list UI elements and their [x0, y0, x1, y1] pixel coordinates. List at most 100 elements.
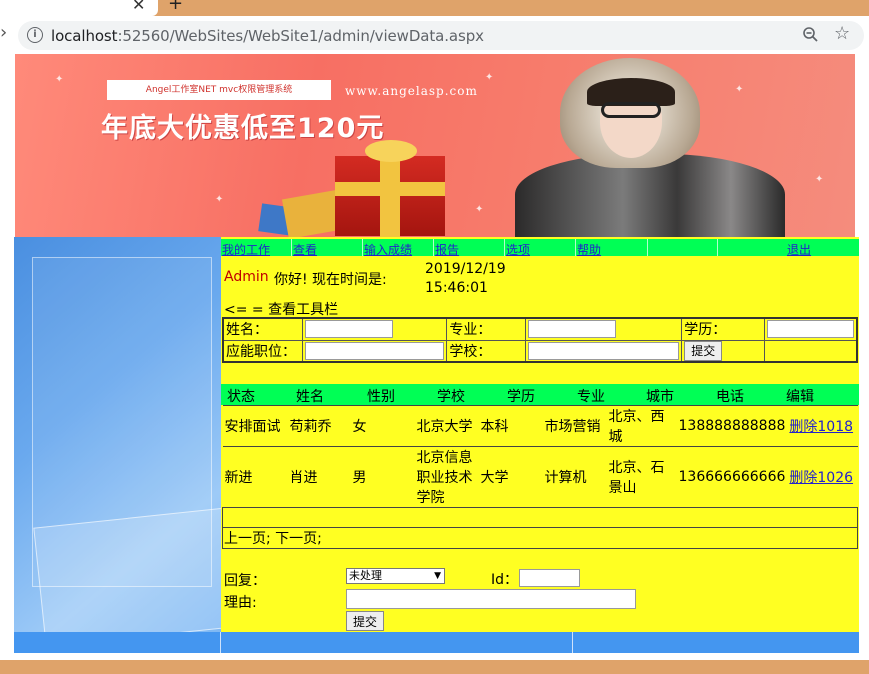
sparkle-icon: ✦	[485, 72, 494, 83]
name-input[interactable]	[305, 320, 394, 339]
reason-label: 理由:	[224, 595, 257, 611]
gift-ribbon	[380, 150, 400, 237]
submit-cell: 提交	[681, 339, 765, 363]
sparkle-icon: ✦	[735, 84, 744, 95]
col-school: 学校	[437, 389, 465, 405]
footer-separator	[572, 632, 573, 653]
view-toolbar-link[interactable]: <= = 查看工具栏	[224, 299, 338, 319]
table-row: 安排面试 苟莉乔 女 北京大学 本科 市场营销 北京、西城 1388888888…	[222, 405, 858, 447]
info-icon[interactable]: i	[27, 27, 43, 43]
back-icon[interactable]: ›	[0, 22, 7, 43]
school-cell	[525, 339, 683, 363]
reply-submit-button[interactable]: 提交	[346, 611, 385, 631]
name-cell	[302, 317, 448, 341]
cell-education: 大学	[478, 446, 543, 508]
cell-education: 本科	[478, 405, 543, 447]
col-edit: 编辑	[786, 389, 814, 405]
col-major: 专业	[577, 389, 605, 405]
menu-options[interactable]: 选项	[506, 241, 530, 258]
gift-bow	[365, 140, 417, 162]
sidebar-decoration	[33, 506, 221, 632]
sparkle-icon: ✦	[815, 174, 824, 185]
grid-header: 状态 姓名 性别 学校 学历 专业 城市 电话 编辑	[221, 384, 859, 405]
menu-separator	[717, 239, 718, 256]
url-text[interactable]: localhost:52560/WebSites/WebSite1/admin/…	[51, 27, 484, 45]
current-date: 2019/12/19	[425, 261, 506, 277]
status-select[interactable]: 未处理 ▼	[346, 568, 445, 584]
cell-phone: 136666666666	[676, 446, 788, 508]
menu-logout[interactable]: 退出	[787, 241, 811, 258]
header-banner: ✦ ✦ ✦ ✦ ✦ ✦ Angel工作室NET mvc权限管理系统 www.an…	[15, 54, 855, 237]
menu-separator	[575, 239, 576, 256]
cell-edit: 删除1018	[787, 405, 858, 447]
bookmark-star-icon[interactable]: ☆	[834, 23, 850, 44]
pager-row: 上一页; 下一页;	[222, 527, 858, 549]
reply-label: 回复：	[224, 573, 266, 589]
cell-gender: 男	[350, 446, 415, 508]
cell-name: 肖进	[287, 446, 351, 508]
menu-enter-scores[interactable]: 输入成绩	[364, 241, 412, 258]
applicant-table: 安排面试 苟莉乔 女 北京大学 本科 市场营销 北京、西城 1388888888…	[222, 405, 858, 549]
sparkle-icon: ✦	[475, 204, 484, 215]
id-input[interactable]	[519, 569, 580, 587]
model-photo	[601, 102, 661, 118]
sparkle-icon: ✦	[55, 74, 64, 85]
active-tab[interactable]: ✕	[0, 0, 158, 16]
cell-school: 北京大学	[414, 405, 479, 447]
sparkle-icon: ✦	[215, 194, 224, 205]
top-menu: 我的工作 查看 输入成绩 报告 选项 帮助 退出	[221, 239, 859, 258]
cell-edit: 删除1026	[787, 446, 858, 508]
url-host: localhost	[51, 27, 118, 45]
major-label: 专业：	[446, 317, 527, 341]
col-phone: 电话	[716, 389, 744, 405]
position-label: 应能职位：	[222, 339, 304, 363]
position-input[interactable]	[305, 341, 445, 360]
education-input[interactable]	[767, 320, 854, 339]
left-sidebar	[14, 237, 221, 632]
menu-view[interactable]: 查看	[293, 241, 317, 258]
delete-link[interactable]: 删除1026	[789, 470, 853, 486]
current-user: Admin	[224, 269, 269, 285]
window-bottom-edge	[0, 660, 869, 674]
banner-headline: 年底大优惠低至120元	[101, 113, 385, 144]
menu-separator	[433, 239, 434, 256]
browser-toolbar: › i localhost:52560/WebSites/WebSite1/ad…	[0, 16, 869, 54]
cell-status: 新进	[222, 446, 288, 508]
delete-link[interactable]: 删除1018	[789, 419, 853, 435]
reason-input[interactable]	[346, 589, 636, 609]
empty-row-cell	[222, 507, 858, 528]
col-city: 城市	[646, 389, 674, 405]
address-bar[interactable]: i localhost:52560/WebSites/WebSite1/admi…	[18, 21, 864, 50]
menu-my-work[interactable]: 我的工作	[222, 241, 270, 258]
name-label: 姓名：	[222, 317, 304, 341]
major-input[interactable]	[528, 320, 617, 339]
current-clock: 15:46:01	[425, 280, 488, 296]
menu-help[interactable]: 帮助	[577, 241, 601, 258]
main-content: 我的工作 查看 输入成绩 报告 选项 帮助 退出 Admin 你好! 现在时间是…	[221, 237, 859, 632]
table-row: 新进 肖进 男 北京信息职业技术学院 大学 计算机 北京、石景山 1366666…	[222, 446, 858, 508]
footer-bar	[14, 632, 859, 653]
menu-separator	[362, 239, 363, 256]
banner-site: www.angelasp.com	[345, 84, 478, 98]
status-select-value: 未处理	[349, 569, 382, 582]
cell-city: 北京、西城	[606, 405, 677, 447]
search-submit-button[interactable]: 提交	[684, 340, 723, 361]
pager[interactable]: 上一页; 下一页;	[222, 527, 858, 549]
education-cell	[764, 317, 858, 341]
cell-major: 计算机	[542, 446, 607, 508]
col-status: 状态	[227, 389, 255, 405]
menu-separator	[647, 239, 648, 256]
cell-major: 市场营销	[542, 405, 607, 447]
id-label: Id：	[491, 572, 519, 588]
table-row-empty	[222, 507, 858, 528]
menu-report[interactable]: 报告	[435, 241, 459, 258]
empty-cell	[764, 339, 858, 363]
school-input[interactable]	[528, 341, 680, 360]
close-tab-icon[interactable]: ✕	[132, 0, 145, 14]
new-tab-icon[interactable]: +	[168, 0, 183, 14]
zoom-out-icon[interactable]	[802, 26, 820, 44]
education-label: 学历：	[681, 317, 765, 341]
cell-status: 安排面试	[222, 405, 288, 447]
col-name: 姓名	[296, 389, 324, 405]
major-cell	[525, 317, 683, 341]
